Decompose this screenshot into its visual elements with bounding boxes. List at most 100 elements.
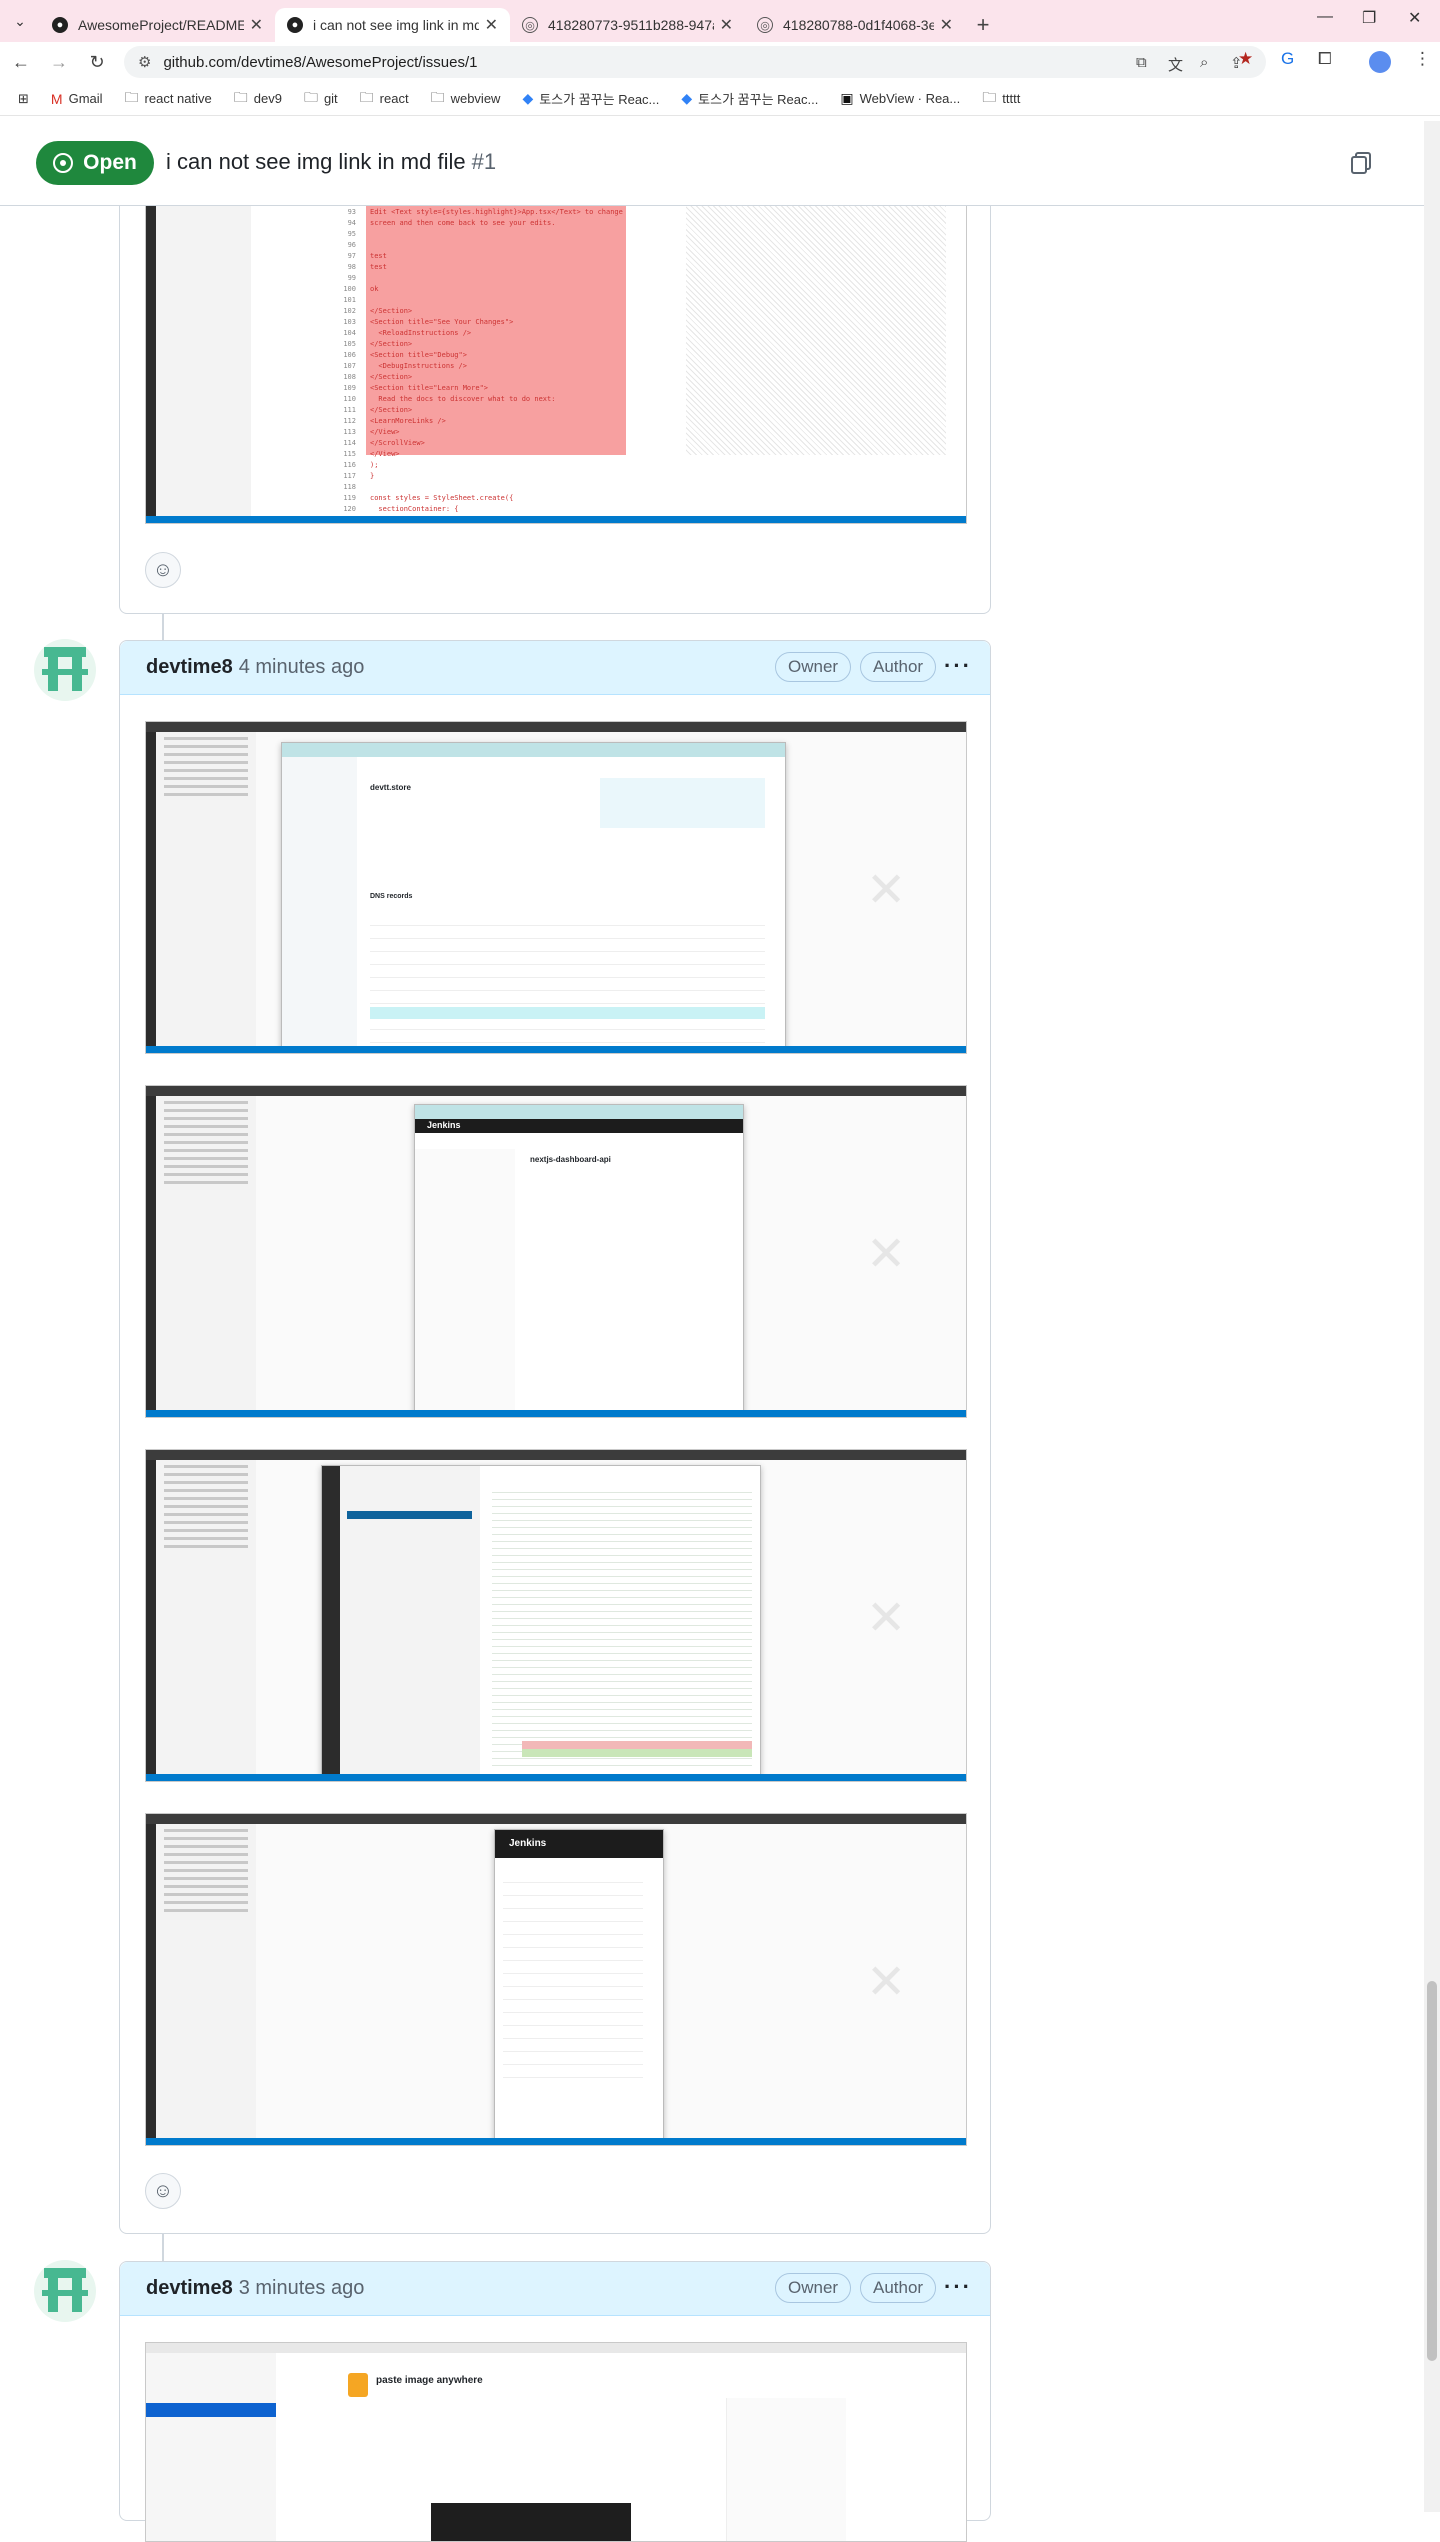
close-tab-icon[interactable]: ✕ (940, 15, 953, 35)
apps-icon[interactable]: ⊞ (18, 91, 29, 107)
explorer-panel (156, 1824, 256, 2138)
avatar[interactable] (34, 639, 96, 701)
bookmark-toss[interactable]: ◆ 토스가 꿈꾸는 Reac... (522, 89, 659, 108)
list-panel (146, 2353, 276, 2541)
bookmark-folder[interactable]: 🗀 react (360, 87, 409, 111)
scrollbar-thumb[interactable] (1427, 1981, 1437, 2361)
issue-state-badge: Open (36, 141, 154, 185)
reload-icon[interactable]: ↻ (80, 45, 114, 79)
identicon-icon (42, 647, 88, 691)
explorer-panel (156, 1096, 256, 1410)
activity-bar (146, 205, 156, 516)
new-tab-button[interactable]: + (965, 8, 1001, 42)
comment-header: devtime8 4 minutes ago Owner Author ··· (120, 641, 990, 695)
translate-extension-icon[interactable]: G (1281, 49, 1294, 69)
close-tab-icon[interactable]: ✕ (485, 15, 498, 35)
issue-number: #1 (471, 149, 497, 174)
folder-icon: 🗀 (124, 88, 139, 105)
identicon-icon (42, 2268, 88, 2312)
back-icon[interactable]: ← (4, 45, 38, 79)
comment-card: devtime8 3 minutes ago Owner Author ··· … (119, 2261, 991, 2542)
copy-icon[interactable] (1350, 151, 1372, 175)
bookmark-toss[interactable]: ◆ 토스가 꿈꾸는 Reac... (681, 89, 818, 108)
globe-icon: ◎ (757, 17, 773, 33)
site-info-icon[interactable]: ⚙ (138, 53, 151, 71)
title-bar (146, 2343, 966, 2353)
bookmark-label: dev9 (253, 91, 282, 106)
url-field[interactable]: ⚙ github.com/devtime8/AwesomeProject/iss… (124, 46, 1266, 78)
folder-icon: 🗀 (982, 88, 997, 105)
browser-tab[interactable]: ◎ 418280788-0d1f4068-3e6e-4f... ✕ (745, 8, 965, 42)
address-toolbar: ← → ↻ ⚙ github.com/devtime8/AwesomeProje… (0, 42, 1440, 82)
comment-image[interactable]: ✕ Jenkins nextjs-dashboard-api (145, 1085, 967, 1418)
embedded-text: paste image anywhere (376, 2375, 483, 2386)
comment-header: devtime8 3 minutes ago Owner Author ··· (120, 2262, 990, 2316)
bookmark-label: 토스가 꿈꾸는 Reac... (698, 92, 819, 107)
menu-dots-icon[interactable]: ⋮ (1414, 49, 1431, 69)
owner-label: Owner (775, 2273, 852, 2303)
browser-tab[interactable]: ◎ 418280773-9511b288-947a-47... ✕ (510, 8, 745, 42)
bookmark-folder[interactable]: 🗀 dev9 (234, 87, 282, 111)
activity-bar (146, 732, 156, 1046)
extensions-icon[interactable]: ⧠ (1318, 49, 1332, 69)
browser-tab[interactable]: ● AwesomeProject/README_local... ✕ (40, 8, 275, 42)
comment-image[interactable]: ✕ devtt.store DNS records (145, 721, 967, 1054)
diff-empty-block (686, 205, 946, 455)
close-window-icon[interactable]: ✕ (1408, 8, 1421, 28)
install-app-icon[interactable]: ⧉ (1136, 54, 1147, 71)
zoom-icon[interactable]: ⌕ (1200, 54, 1208, 71)
profile-avatar-icon[interactable] (1369, 51, 1391, 73)
comment-card-previous: 93 94 95 96 97 98 99 100 101 102 103 104… (119, 150, 991, 614)
bookmark-folder[interactable]: 🗀 react native (125, 87, 212, 111)
comment-image[interactable]: ✕ (145, 1449, 967, 1782)
comment-author[interactable]: devtime8 (146, 2277, 233, 2300)
bookmark-star-icon[interactable]: ★ (1238, 49, 1253, 69)
bookmark-gmail[interactable]: M Gmail (51, 91, 103, 107)
status-bar (146, 2138, 966, 2145)
bookmark-folder[interactable]: 🗀 git (304, 87, 338, 111)
author-label: Author (860, 2273, 937, 2303)
add-reaction-button[interactable]: ☺ (145, 552, 181, 588)
minimize-icon[interactable]: — (1317, 8, 1333, 26)
clipboard-icon (348, 2373, 368, 2397)
title-bar (146, 1086, 966, 1096)
tab-search-icon[interactable]: ⌄ (0, 0, 40, 42)
bookmark-label: react (379, 91, 409, 106)
comment-image[interactable]: 93 94 95 96 97 98 99 100 101 102 103 104… (145, 204, 967, 524)
issue-state-label: Open (83, 151, 137, 174)
browser-tab-active[interactable]: ● i can not see img link in md fi ✕ (275, 8, 510, 42)
globe-icon: ◎ (522, 17, 538, 33)
bookmark-label: react native (144, 91, 212, 106)
embedded-text: devtt.store (370, 783, 411, 792)
comment-author[interactable]: devtime8 (146, 656, 233, 679)
embedded-text: Jenkins (427, 1120, 461, 1130)
bookmark-webview[interactable]: ▣ WebView · Rea... (840, 90, 960, 107)
comment-time[interactable]: 4 minutes ago (239, 656, 365, 679)
add-reaction-button[interactable]: ☺ (145, 2173, 181, 2209)
bookmark-label: 토스가 꿈꾸는 Reac... (539, 92, 660, 107)
comment-image[interactable]: ✕ Jenkins (145, 1813, 967, 2146)
bookmark-folder[interactable]: 🗀 ttttt (982, 87, 1020, 111)
bookmark-folder[interactable]: 🗀 webview (431, 87, 501, 111)
github-icon: ● (52, 17, 68, 33)
page-title: i can not see img link in md file #1 (166, 149, 496, 175)
forward-icon[interactable]: → (42, 45, 76, 79)
bookmarks-bar: ⊞ M Gmail 🗀 react native 🗀 dev9 🗀 git 🗀 react… (0, 82, 1440, 116)
selected-row (146, 2403, 276, 2417)
close-tab-icon[interactable]: ✕ (250, 15, 263, 35)
tab-title: i can not see img link in md fi (313, 17, 479, 33)
comment-options-icon[interactable]: ··· (944, 653, 972, 679)
comment-image[interactable]: paste image anywhere (145, 2342, 967, 2542)
github-icon: ● (287, 17, 303, 33)
browser-window-screenshot: Jenkins nextjs-dashboard-api (414, 1104, 744, 1417)
restore-icon[interactable]: ❐ (1362, 8, 1376, 28)
comment-time[interactable]: 3 minutes ago (239, 2277, 365, 2300)
translate-icon[interactable]: 文 (1168, 54, 1183, 75)
comment-options-icon[interactable]: ··· (944, 2274, 972, 2300)
comment-card: devtime8 4 minutes ago Owner Author ··· … (119, 640, 991, 2234)
avatar[interactable] (34, 2260, 96, 2322)
bookmark-label: git (323, 91, 338, 106)
page-scrollbar[interactable] (1424, 121, 1440, 2512)
close-tab-icon[interactable]: ✕ (720, 15, 733, 35)
line-numbers: 93 94 95 96 97 98 99 100 101 102 103 104… (343, 208, 356, 513)
